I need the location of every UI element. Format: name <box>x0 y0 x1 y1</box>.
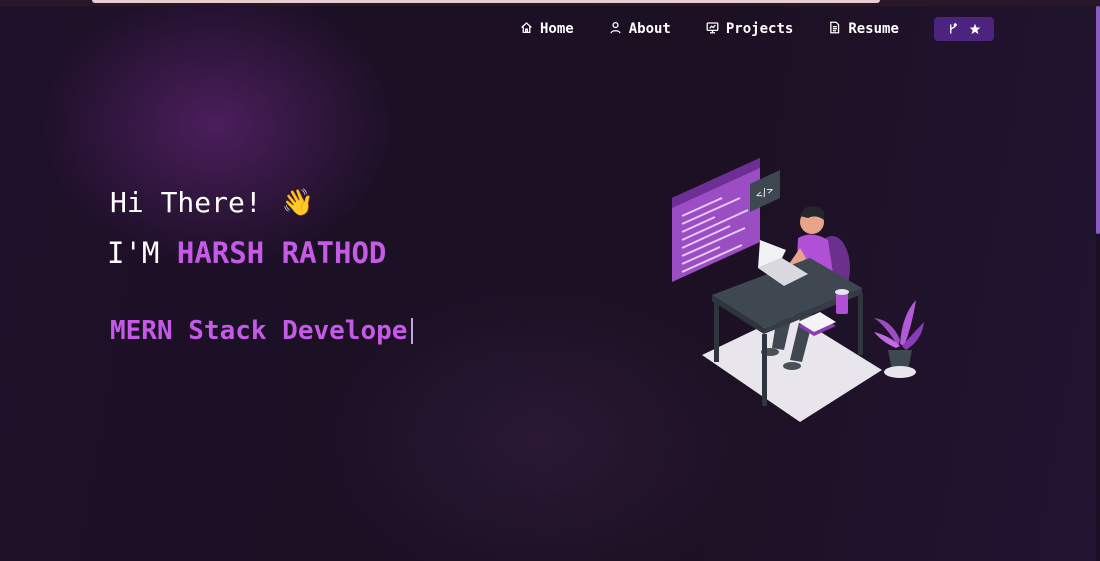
projects-icon <box>706 21 719 38</box>
wave-emoji: 👋 <box>281 187 315 218</box>
coffee-cup <box>835 289 849 314</box>
nav-label-projects: Projects <box>725 21 794 37</box>
star-icon <box>969 20 981 39</box>
nav-label-resume: Resume <box>848 21 899 37</box>
browser-top-strip <box>0 0 1100 6</box>
navbar: Home About Projects Resume <box>520 16 994 42</box>
user-icon <box>609 21 622 38</box>
scrollbar-thumb[interactable] <box>1096 6 1100 234</box>
fork-icon <box>947 20 959 39</box>
home-icon <box>520 21 533 38</box>
typing-cursor <box>411 318 414 344</box>
potted-plant <box>874 300 924 378</box>
nav-item-projects[interactable]: Projects <box>706 21 793 38</box>
hero-name-line: I'M HARSH RATHOD <box>107 236 386 270</box>
nav-item-home[interactable]: Home <box>520 21 574 38</box>
name-prefix: I'M <box>107 236 160 270</box>
nav-label-home: Home <box>540 21 574 37</box>
developer-at-desk-illustration: </> <box>672 158 924 422</box>
document-icon <box>828 21 841 38</box>
typewriter-text: MERN Stack Develope <box>110 316 414 346</box>
nav-item-resume[interactable]: Resume <box>828 21 899 38</box>
hero-name: HARSH RATHOD <box>176 236 387 270</box>
typed-role: MERN Stack Develope <box>110 316 408 346</box>
nav-item-about[interactable]: About <box>609 21 671 38</box>
greeting-text: Hi There! <box>110 186 262 219</box>
github-fork-star-button[interactable] <box>933 17 994 41</box>
code-window <box>672 158 760 282</box>
hero-greeting: Hi There! 👋 <box>110 186 314 219</box>
browser-tab-edge <box>92 0 880 3</box>
nav-label-about: About <box>628 21 671 37</box>
